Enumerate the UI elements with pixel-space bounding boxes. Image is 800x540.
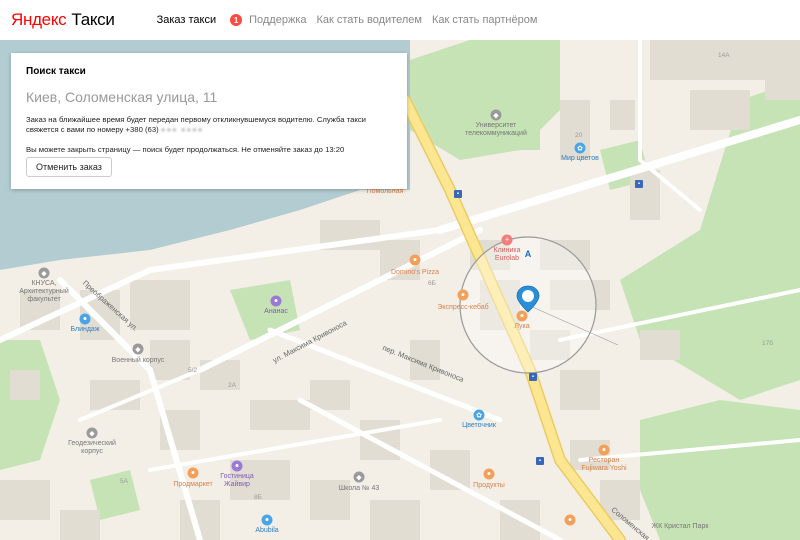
house-number: 6Б (428, 280, 436, 287)
nav-support[interactable]: Поддержка (249, 14, 306, 26)
geodesy-building-icon[interactable]: ◆ (86, 427, 98, 439)
poi-label-university: Университет телекоммуникаций (465, 122, 527, 138)
poi-label-ananas: Ананас (264, 308, 288, 315)
order-message-line1: Заказ на ближайшее время будет передан п… (26, 115, 366, 124)
poi-label-dominos: Domino's Pizza (390, 269, 440, 276)
pizza-icon[interactable]: ● (409, 254, 421, 266)
nav-become-partner[interactable]: Как стать партнёром (432, 14, 538, 26)
nav-order-taxi[interactable]: Заказ такси (157, 14, 217, 26)
poi-label-pomolnaya: Помольная (366, 188, 404, 195)
bus-stop-icon[interactable]: ▪ (536, 457, 544, 465)
poi-label-voen: Военный корпус (111, 357, 165, 364)
taxi-search-panel: Поиск такси Киев, Соломенская улица, 11 … (11, 53, 407, 189)
logo-product: Такси (71, 10, 115, 29)
poi-label-eurolab: Клиника Eurolab (493, 247, 521, 263)
cafe-orange-icon[interactable]: ● (564, 514, 576, 526)
cancel-order-button[interactable]: Отменить заказ (26, 157, 112, 177)
house-number: 8Б (254, 494, 262, 501)
park-area (0, 340, 60, 470)
house-number: 20 (575, 132, 583, 139)
house-number: 5А (120, 478, 128, 485)
pickup-address: Киев, Соломенская улица, 11 (26, 89, 218, 105)
poi-label-kebab: Экспресс-кебаб (437, 304, 489, 311)
order-count-badge: 1 (230, 14, 243, 26)
kebab-icon[interactable]: ● (457, 289, 469, 301)
groceries-icon[interactable]: ● (483, 468, 495, 480)
poi-label-abubila: Abubila (255, 527, 279, 534)
school-icon[interactable]: ◆ (353, 471, 365, 483)
hotel-icon[interactable]: ● (231, 460, 243, 472)
main-nav: Заказ такси 1 Поддержка Как стать водите… (157, 14, 548, 26)
flower-shop-icon[interactable]: ✿ (574, 142, 586, 154)
yandex-taxi-logo[interactable]: Яндекс Такси (11, 10, 115, 30)
faculty-icon[interactable]: ◆ (38, 267, 50, 279)
park-area (640, 400, 800, 540)
poi-label-zhaivir: Гостиница Жайвир (220, 473, 254, 489)
cafe-icon[interactable]: ● (79, 313, 91, 325)
poi-label-geodez: Геодезический корпус (68, 440, 116, 456)
order-message: Заказ на ближайшее время будет передан п… (26, 115, 392, 136)
house-number: 5/2 (188, 367, 198, 374)
poi-label-mir-cvetov: Мир цветов (561, 155, 599, 162)
university-icon[interactable]: ◆ (490, 109, 502, 121)
bus-stop-icon[interactable]: ▪ (529, 373, 537, 381)
clinic-icon[interactable]: + (501, 234, 513, 246)
house-number: 14А (718, 52, 730, 59)
poi-label-fujiwara: Ресторан Fujiwara Yoshi (581, 457, 627, 473)
restaurant-fujiwara-icon[interactable]: ● (598, 444, 610, 456)
house-number: 2А (228, 382, 236, 389)
info-message: Вы можете закрыть страницу — поиск будет… (26, 144, 345, 154)
restaurant-icon[interactable]: ● (516, 310, 528, 322)
logo-brand: Яндекс (11, 10, 67, 29)
hidden-phone: ●●● ●●●● (160, 125, 204, 135)
poi-label-produkty: Продукты (473, 482, 505, 489)
grocery-icon[interactable]: ● (187, 467, 199, 479)
abubila-icon[interactable]: ● (261, 514, 273, 526)
military-building-icon[interactable]: ◆ (132, 343, 144, 355)
panel-title: Поиск такси (26, 66, 86, 77)
order-message-line2: свяжется с вами по номеру +380 (63) ●●● … (26, 125, 392, 135)
marker-letter: А (524, 249, 532, 259)
bus-stop-icon[interactable]: ▪ (635, 180, 643, 188)
poi-label-blindage: Блиндаж (70, 326, 100, 333)
florist-icon[interactable]: ✿ (473, 409, 485, 421)
house-number: 17б (762, 340, 773, 347)
poi-label-school: Школа № 43 (338, 485, 380, 492)
poi-label-luka: Лука (514, 323, 530, 330)
site-header: Яндекс Такси Заказ такси 1 Поддержка Как… (0, 0, 800, 40)
order-message-phone-prefix: свяжется с вами по номеру +380 (63) (26, 125, 161, 135)
shop-icon[interactable]: ● (270, 295, 282, 307)
page-root: Яндекс Такси Заказ такси 1 Поддержка Как… (0, 0, 800, 540)
poi-label-zhk: ЖК Кристал Парк (651, 523, 709, 530)
bus-stop-icon[interactable]: ▪ (454, 190, 462, 198)
nav-become-driver[interactable]: Как стать водителем (317, 14, 422, 26)
poi-label-prodmarket: Продмаркет (173, 481, 213, 488)
poi-label-knusa: КНУСА, Архитектурный факультет (19, 280, 69, 304)
poi-label-cvetochnik: Цветочник (462, 422, 496, 429)
